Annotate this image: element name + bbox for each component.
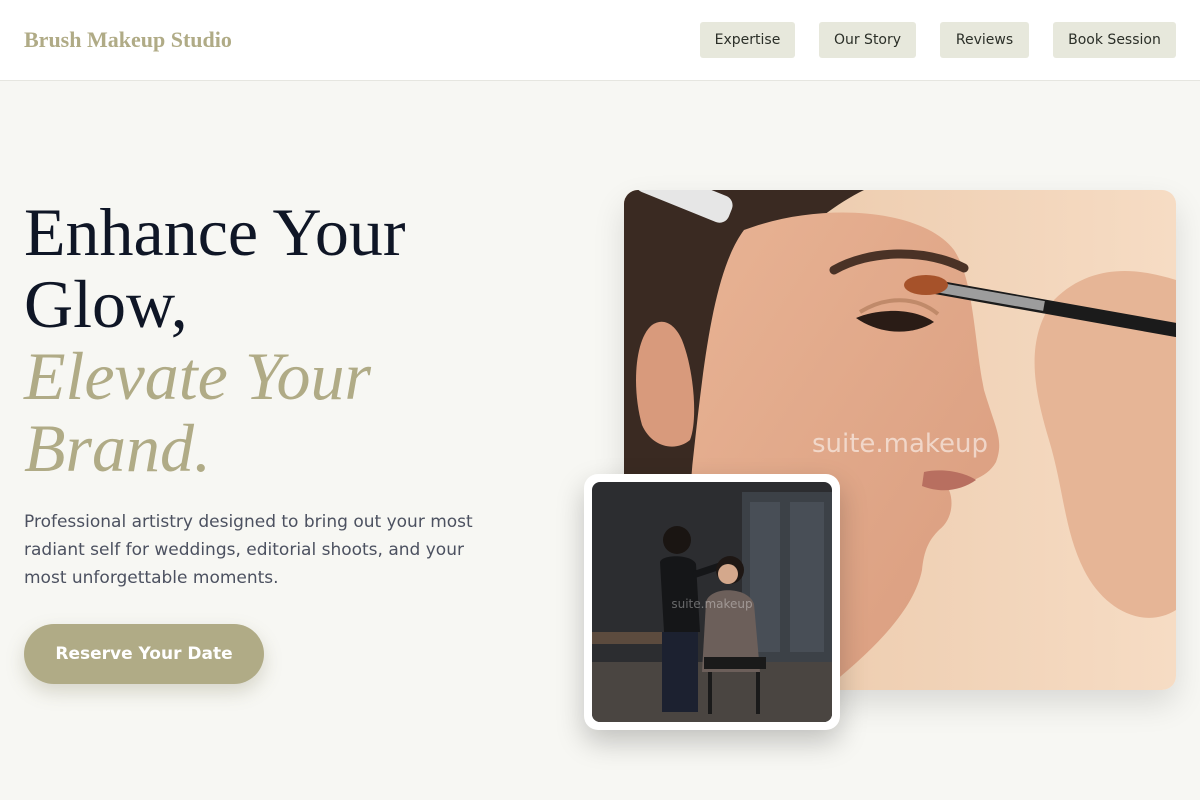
hero-headline-line-2: Glow, — [24, 266, 188, 342]
nav-book-session-button[interactable]: Book Session — [1053, 22, 1176, 58]
hero-description: Professional artistry designed to bring … — [24, 512, 473, 588]
artist-at-work-photo-frame: suite.makeup — [584, 474, 840, 730]
top-navigation-bar: Brush Makeup Studio Expertise Our Story … — [0, 0, 1200, 81]
hero-headline-line-1: Enhance Your — [24, 194, 406, 270]
reserve-date-button[interactable]: Reserve Your Date — [24, 624, 264, 684]
nav-our-story-button[interactable]: Our Story — [819, 22, 916, 58]
artist-at-work-photo: suite.makeup — [592, 482, 832, 722]
brand-logo-text[interactable]: Brush Makeup Studio — [24, 27, 232, 53]
hero-headline-accent-line-2: Brand. — [24, 410, 211, 486]
hero-headline-accent-line-1: Elevate Your — [24, 338, 371, 414]
nav-reviews-button[interactable]: Reviews — [940, 22, 1029, 58]
main-photo-watermark: suite.makeup — [812, 429, 988, 459]
inset-photo-watermark: suite.makeup — [671, 597, 752, 611]
nav-expertise-button[interactable]: Expertise — [700, 22, 795, 58]
